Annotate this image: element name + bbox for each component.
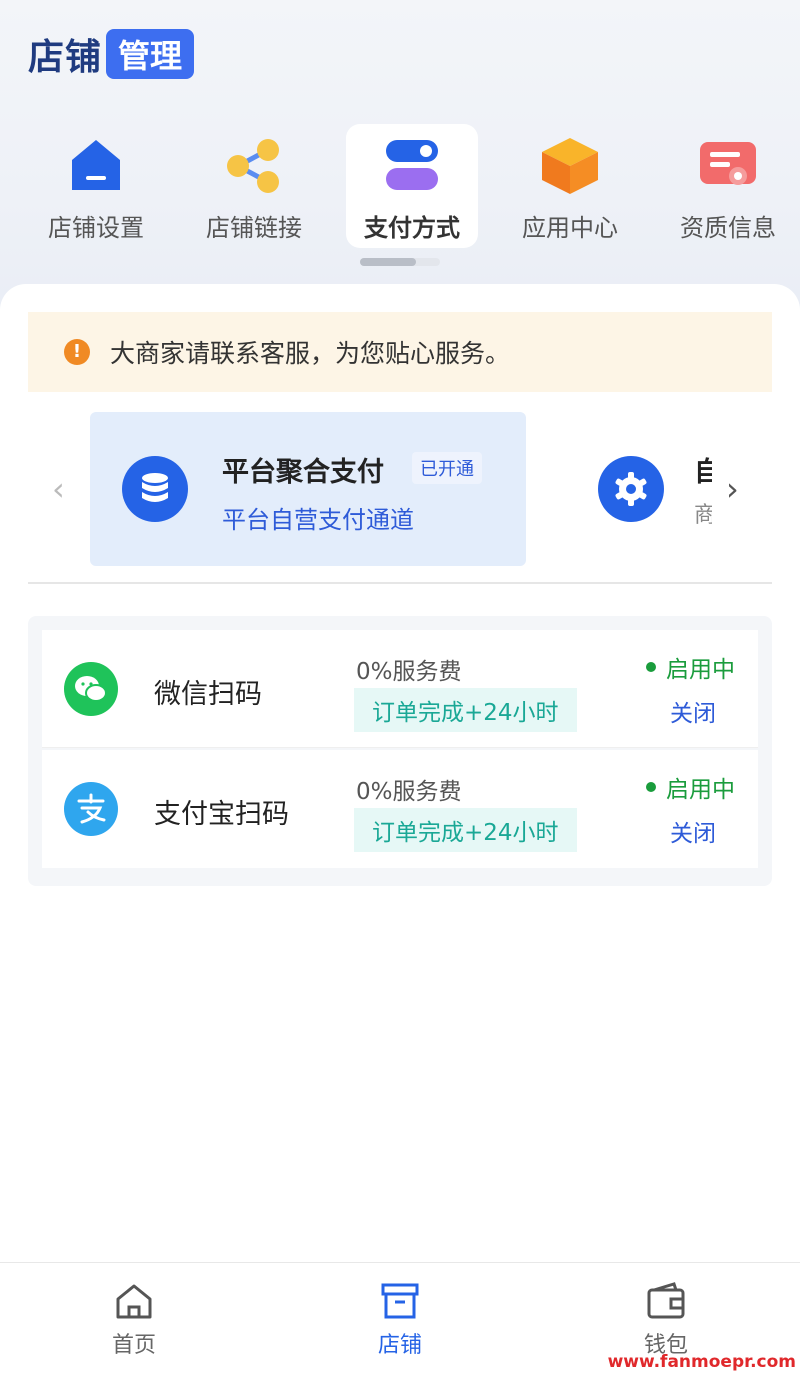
method-fee: 0%服务费 bbox=[356, 779, 462, 805]
tab-scroll-indicator bbox=[360, 258, 440, 266]
tab-store-settings[interactable]: 店铺设置 bbox=[30, 124, 162, 248]
toggle-icon bbox=[382, 136, 442, 196]
nav-item-home[interactable]: 首页 bbox=[74, 1281, 194, 1359]
share-icon bbox=[224, 136, 284, 196]
status-badge: 启用中 bbox=[646, 650, 735, 684]
list-item: 支付宝扫码 0%服务费 订单完成+24小时 启用中 关闭 bbox=[42, 750, 758, 868]
home-icon bbox=[114, 1281, 154, 1321]
channel-name: 平台聚合支付 bbox=[222, 457, 384, 488]
payment-methods-list: 微信扫码 0%服务费 订单完成+24小时 启用中 关闭 支付宝扫码 0%服务费 … bbox=[28, 616, 772, 886]
nav-label: 店铺 bbox=[377, 1333, 422, 1358]
divider bbox=[28, 582, 772, 584]
page-title-text: 店铺 bbox=[28, 37, 103, 78]
nav-item-wallet[interactable]: 钱包 bbox=[606, 1281, 726, 1359]
channel-desc: 商 bbox=[694, 503, 712, 528]
gear-icon[interactable] bbox=[598, 456, 664, 522]
box-icon bbox=[540, 136, 600, 196]
store-icon bbox=[66, 136, 126, 196]
status-badge: 启用中 bbox=[646, 770, 735, 804]
payment-channel-card-platform[interactable]: 平台聚合支付 已开通 平台自营支付通道 bbox=[90, 412, 526, 566]
tab-store-link[interactable]: 店铺链接 bbox=[188, 124, 320, 248]
method-settlement-tag: 订单完成+24小时 bbox=[354, 808, 577, 852]
carousel-prev-icon[interactable]: ‹ bbox=[52, 470, 65, 508]
notice-bar: ! 大商家请联系客服，为您贴心服务。 bbox=[28, 312, 772, 392]
close-method-button[interactable]: 关闭 bbox=[670, 814, 716, 848]
top-tab-bar: 店铺设置 店铺链接 支付方式 应用中心 资质信息 bbox=[16, 124, 800, 254]
status-dot-icon bbox=[646, 662, 656, 672]
close-method-button[interactable]: 关闭 bbox=[670, 694, 716, 728]
page-title: 店铺 管理 bbox=[28, 28, 195, 80]
status-text: 启用中 bbox=[666, 777, 735, 803]
tab-app-center[interactable]: 应用中心 bbox=[504, 124, 636, 248]
method-fee: 0%服务费 bbox=[356, 659, 462, 685]
tab-payment-method[interactable]: 支付方式 bbox=[346, 124, 478, 248]
channel-desc: 平台自营支付通道 bbox=[222, 506, 414, 534]
warning-icon: ! bbox=[64, 339, 90, 365]
tab-qualification[interactable]: 资质信息 bbox=[662, 124, 794, 248]
status-dot-icon bbox=[646, 782, 656, 792]
wallet-icon bbox=[646, 1281, 686, 1321]
alipay-icon bbox=[64, 782, 118, 836]
list-item: 微信扫码 0%服务费 订单完成+24小时 启用中 关闭 bbox=[42, 630, 758, 748]
nav-label: 首页 bbox=[111, 1333, 156, 1358]
notice-text: 大商家请联系客服，为您贴心服务。 bbox=[110, 339, 511, 368]
wechat-icon bbox=[64, 662, 118, 716]
method-name: 微信扫码 bbox=[154, 679, 262, 710]
carousel-next-icon[interactable]: › bbox=[726, 470, 739, 508]
tab-label: 店铺设置 bbox=[48, 214, 144, 242]
channel-status-badge: 已开通 bbox=[412, 452, 482, 484]
watermark-text: www.fanmoepr.com bbox=[607, 1352, 796, 1372]
tab-label: 资质信息 bbox=[680, 214, 776, 242]
method-settlement-tag: 订单完成+24小时 bbox=[354, 688, 577, 732]
database-icon bbox=[122, 456, 188, 522]
page-title-badge: 管理 bbox=[106, 29, 195, 79]
status-text: 启用中 bbox=[666, 657, 735, 683]
method-name: 支付宝扫码 bbox=[154, 799, 289, 830]
store-box-icon bbox=[380, 1281, 420, 1321]
tab-label: 应用中心 bbox=[522, 214, 618, 242]
tab-label: 店铺链接 bbox=[206, 214, 302, 242]
tab-label: 支付方式 bbox=[364, 214, 460, 242]
nav-item-store[interactable]: 店铺 bbox=[340, 1281, 460, 1359]
payment-channel-card-partial[interactable]: 自 商 bbox=[694, 450, 712, 540]
certificate-icon bbox=[698, 136, 758, 196]
channel-name: 自 bbox=[694, 457, 712, 488]
